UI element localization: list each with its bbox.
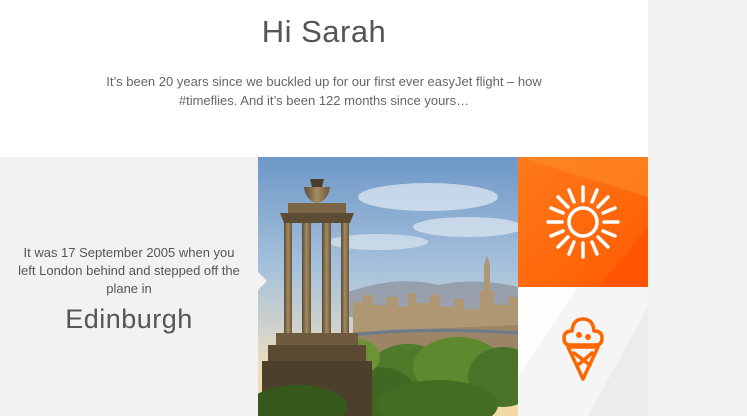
intro-line-1: It’s been 20 years since we buckled up f…	[106, 74, 542, 89]
destination-city: Edinburgh	[65, 304, 193, 334]
ice-cream-tile	[518, 287, 648, 416]
trip-story-text: It was 17 September 2005 when you left L…	[8, 244, 250, 298]
intro-line-2: #timeflies. And it’s been 122 months sin…	[178, 93, 470, 108]
story-line-3: plane in	[106, 281, 152, 296]
panel-pointer	[258, 272, 267, 290]
story-line-1: It was 17 September 2005 when you	[23, 245, 235, 260]
intro-text: It’s been 20 years since we buckled up f…	[80, 72, 568, 110]
destination-photo	[258, 157, 518, 416]
sun-tile	[518, 157, 648, 287]
greeting-header: Hi Sarah It’s been 20 years since we buc…	[0, 0, 648, 157]
trip-story-panel: It was 17 September 2005 when you left L…	[0, 157, 258, 416]
greeting-title: Hi Sarah	[261, 14, 387, 49]
right-gutter	[648, 0, 747, 416]
story-line-2: left London behind and stepped off the	[18, 263, 240, 278]
